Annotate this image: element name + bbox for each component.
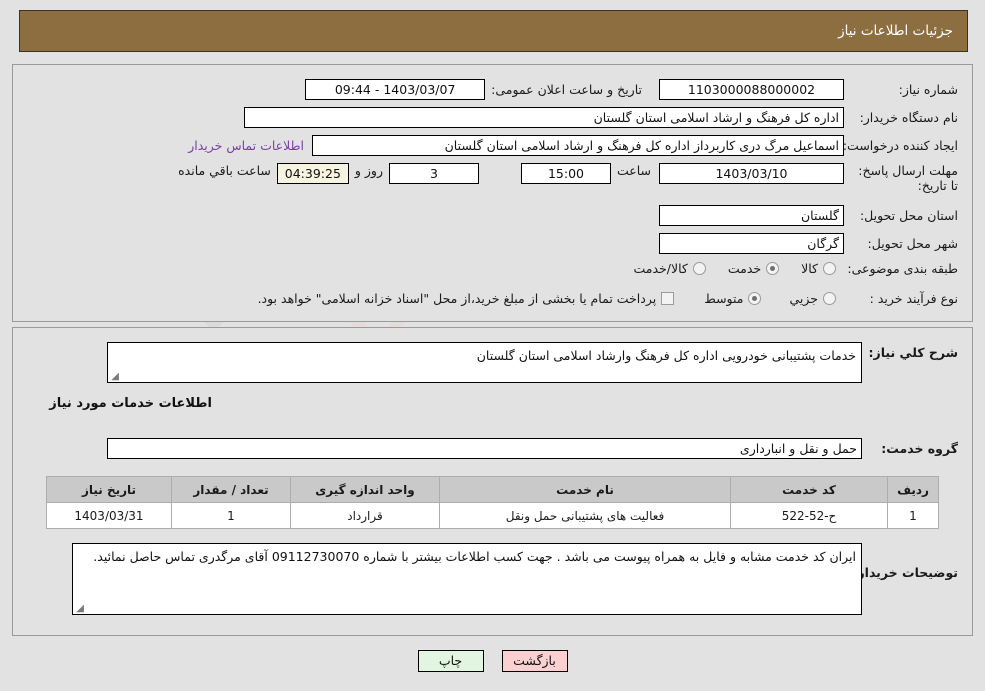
remaining-clock-value: 04:39:25 — [276, 163, 349, 184]
service-group-label: گروه خدمت: — [881, 441, 958, 456]
radio-icon-khedmat[interactable] — [766, 262, 780, 275]
category-row: طبقه بندی موضوعی: کالا خدمت کالا/خدمت — [633, 261, 958, 276]
col-row-no: ردیف — [887, 476, 939, 503]
service-group-row: گروه خدمت: حمل و نقل و انبارداری — [107, 438, 958, 459]
requester-label: ایجاد کننده درخواست: — [842, 138, 958, 153]
general-description-textarea[interactable]: خدمات پشتیبانی خودرویی اداره کل فرهنگ وا… — [107, 342, 862, 383]
cell-service-name: فعالیت های پشتیبانی حمل ونقل — [439, 502, 731, 529]
city-row: شهر محل تحویل: گرگان — [659, 233, 958, 254]
process-option-jozi[interactable]: جزیي — [789, 291, 836, 306]
radio-icon-kala[interactable] — [823, 262, 836, 275]
deadline-label: مهلت ارسال پاسخ: تا تاریخ: — [858, 163, 958, 193]
cell-service-code: ح-52-522 — [730, 502, 888, 529]
services-section-heading: اطلاعات خدمات مورد نیاز — [49, 396, 212, 411]
col-need-date: تاریخ نیاز — [46, 476, 172, 503]
treasury-checkbox-wrap[interactable]: پرداخت تمام یا بخشی از مبلغ خرید،از محل … — [258, 291, 675, 306]
page-header-bar: جزئیات اطلاعات نیاز — [19, 10, 968, 52]
city-value: گرگان — [659, 233, 844, 254]
page-root: AnaTender.net جزئیات اطلاعات نیاز شماره … — [0, 0, 985, 691]
buyer-contact-link[interactable]: اطلاعات تماس خریدار — [188, 138, 304, 153]
cell-unit: قرارداد — [290, 502, 440, 529]
buyer-org-value: اداره کل فرهنگ و ارشاد اسلامی استان گلست… — [244, 107, 844, 128]
page-title: جزئیات اطلاعات نیاز — [838, 23, 953, 39]
resize-grip-icon[interactable]: ◢ — [110, 372, 119, 382]
need-number-label: شماره نیاز: — [898, 82, 958, 97]
category-option-kala[interactable]: کالا — [801, 261, 836, 276]
services-table: ردیف کد خدمت نام خدمت واحد اندازه گیری ت… — [46, 476, 939, 529]
province-row: استان محل تحویل: گلستان — [659, 205, 958, 226]
need-number-row: شماره نیاز: 1103000088000002 — [659, 79, 958, 100]
deadline-time-label: ساعت — [616, 163, 651, 178]
radio-icon-motavaset[interactable] — [748, 292, 762, 305]
cell-quantity: 1 — [171, 502, 291, 529]
remaining-clock-label: ساعت باقي مانده — [178, 163, 271, 178]
process-option-jozi-label: جزیي — [789, 291, 818, 306]
print-button[interactable]: چاپ — [417, 650, 484, 672]
need-number-value: 1103000088000002 — [659, 79, 844, 100]
radio-icon-kala-khedmat[interactable] — [692, 262, 706, 275]
province-value: گلستان — [659, 205, 844, 226]
announce-datetime-row: تاریخ و ساعت اعلان عمومی: 1403/03/07 - 0… — [305, 79, 642, 100]
col-service-name: نام خدمت — [439, 476, 731, 503]
deadline-time-value: 15:00 — [520, 163, 611, 184]
general-description-row: شرح کلي نیاز: خدمات پشتیبانی خودرویی ادا… — [107, 342, 958, 383]
need-info-panel: شماره نیاز: 1103000088000002 تاریخ و ساع… — [12, 64, 973, 322]
table-header-row: ردیف کد خدمت نام خدمت واحد اندازه گیری ت… — [46, 476, 939, 503]
requester-row: ایجاد کننده درخواست: اسماعیل مرگ دری کار… — [188, 135, 958, 156]
service-group-value: حمل و نقل و انبارداری — [107, 438, 862, 459]
category-option-khedmat-label: خدمت — [727, 261, 762, 276]
footer-buttons: بازگشت چاپ — [0, 650, 985, 672]
buyer-org-label: نام دستگاه خریدار: — [859, 110, 958, 125]
buyer-notes-textarea[interactable]: ایران کد خدمت مشابه و فایل به همراه پیوس… — [72, 543, 862, 615]
buyer-org-row: نام دستگاه خریدار: اداره کل فرهنگ و ارشا… — [244, 107, 958, 128]
treasury-checkbox-label: پرداخت تمام یا بخشی از مبلغ خرید،از محل … — [257, 291, 657, 306]
col-service-code: کد خدمت — [730, 476, 888, 503]
category-option-khedmat[interactable]: خدمت — [727, 261, 780, 276]
radio-icon-jozi[interactable] — [823, 292, 836, 305]
remaining-days-value: 3 — [388, 163, 479, 184]
requester-value: اسماعیل مرگ دری کاربرداز اداره کل فرهنگ … — [312, 135, 844, 156]
process-row: نوع فرآیند خرید : جزیي متوسط پرداخت تمام… — [258, 291, 958, 306]
buyer-notes-row: توضیحات خریدار: ایران کد خدمت مشابه و فا… — [72, 543, 958, 615]
category-option-kala-khedmat-label: کالا/خدمت — [633, 261, 688, 276]
general-description-label: شرح کلي نیاز: — [868, 345, 958, 360]
deadline-row: مهلت ارسال پاسخ: تا تاریخ: 1403/03/10 سا… — [178, 163, 958, 193]
province-label: استان محل تحویل: — [859, 208, 958, 223]
category-label: طبقه بندی موضوعی: — [847, 261, 958, 276]
buyer-notes-label: توضیحات خریدار: — [852, 565, 958, 580]
process-option-motavaset[interactable]: متوسط — [704, 291, 762, 306]
cell-row-no: 1 — [887, 502, 939, 529]
checkbox-icon-treasury[interactable] — [661, 292, 675, 305]
col-unit: واحد اندازه گیری — [290, 476, 440, 503]
col-quantity: تعداد / مقدار — [171, 476, 291, 503]
category-option-kala-label: کالا — [801, 261, 818, 276]
category-option-kala-khedmat[interactable]: کالا/خدمت — [633, 261, 706, 276]
process-option-motavaset-label: متوسط — [704, 291, 744, 306]
back-button[interactable]: بازگشت — [501, 650, 568, 672]
deadline-date-value: 1403/03/10 — [659, 163, 844, 184]
cell-need-date: 1403/03/31 — [46, 502, 172, 529]
remaining-days-label: روز و — [354, 163, 383, 178]
table-row: 1 ح-52-522 فعالیت های پشتیبانی حمل ونقل … — [46, 502, 939, 529]
buyer-notes-value: ایران کد خدمت مشابه و فایل به همراه پیوس… — [93, 549, 856, 564]
general-description-value: خدمات پشتیبانی خودرویی اداره کل فرهنگ وا… — [476, 348, 856, 363]
announce-datetime-label: تاریخ و ساعت اعلان عمومی: — [491, 82, 642, 97]
process-label: نوع فرآیند خرید : — [869, 291, 958, 306]
resize-grip-icon-notes[interactable]: ◢ — [75, 604, 84, 614]
announce-datetime-value: 1403/03/07 - 09:44 — [305, 79, 486, 100]
city-label: شهر محل تحویل: — [867, 236, 958, 251]
